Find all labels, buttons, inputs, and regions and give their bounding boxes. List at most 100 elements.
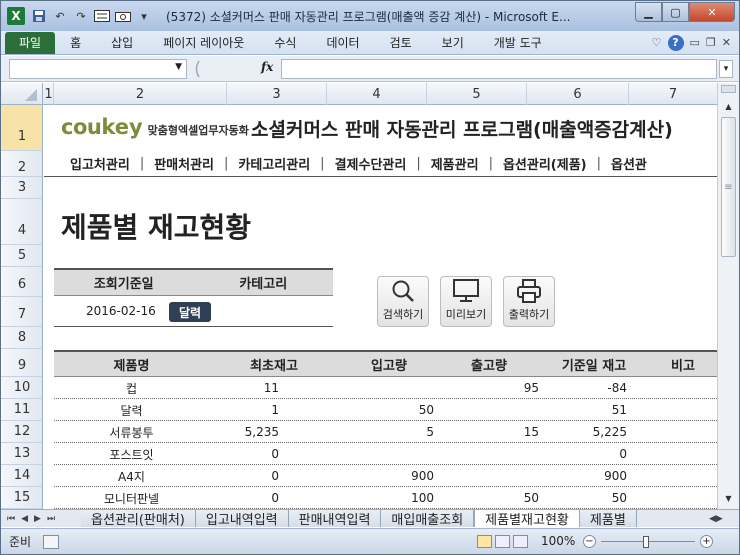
split-handle[interactable]	[721, 85, 736, 93]
preview-button[interactable]: 미리보기	[440, 276, 492, 327]
row-header[interactable]: 13	[1, 443, 42, 465]
tab-insert[interactable]: 삽입	[96, 32, 148, 54]
excel-app-icon[interactable]: X	[7, 7, 25, 25]
row-header[interactable]: 14	[1, 465, 42, 487]
cell-note[interactable]	[649, 465, 717, 487]
cell-stock-on-date[interactable]: 0	[539, 443, 627, 465]
cell-initial-stock[interactable]: 11	[209, 377, 279, 399]
ribbon-restore-icon[interactable]: ❐	[706, 36, 716, 49]
vertical-scrollbar[interactable]: ▲ ≡ ▼	[717, 83, 739, 509]
cell-note[interactable]	[649, 421, 717, 443]
cell-shipped[interactable]	[439, 443, 539, 465]
sheet-tab[interactable]: 판매내역입력	[288, 510, 382, 528]
menu-item-product[interactable]: 제품관리	[431, 154, 479, 173]
tab-formulas[interactable]: 수식	[259, 32, 311, 54]
sheet-tab-active[interactable]: 제품별재고현황	[474, 510, 580, 528]
cell-stock-on-date[interactable]: -84	[539, 377, 627, 399]
maximize-button[interactable]: ▢	[662, 2, 689, 22]
cell-shipped[interactable]	[439, 465, 539, 487]
normal-view-icon[interactable]	[477, 535, 492, 548]
cell-shipped[interactable]	[439, 399, 539, 421]
redo-icon[interactable]: ↷	[73, 8, 89, 24]
cell-stock-on-date[interactable]: 51	[539, 399, 627, 421]
date-value[interactable]: 2016-02-16	[86, 304, 156, 318]
menu-item-option-product[interactable]: 옵션관리(제품)	[503, 154, 587, 173]
column-header[interactable]: 5	[427, 83, 527, 105]
cell-initial-stock[interactable]: 1	[209, 399, 279, 421]
sheet-tab[interactable]: 옵션관리(판매처)	[81, 510, 196, 528]
fx-icon[interactable]: fx	[261, 60, 273, 74]
tab-file[interactable]: 파일	[5, 31, 56, 54]
scroll-up-icon[interactable]: ▲	[721, 99, 736, 114]
tab-home[interactable]: 홈	[55, 32, 96, 54]
cell-note[interactable]	[649, 377, 717, 399]
macro-record-icon[interactable]	[43, 534, 60, 549]
column-header[interactable]: 3	[227, 83, 327, 105]
row-header[interactable]: 15	[1, 487, 42, 509]
scroll-down-icon[interactable]: ▼	[721, 491, 736, 506]
row-header[interactable]: 9	[1, 349, 42, 377]
row-header[interactable]: 6	[1, 267, 42, 297]
print-button[interactable]: 출력하기	[503, 276, 555, 327]
sheet-tab[interactable]: 입고내역입력	[195, 510, 289, 528]
tab-developer[interactable]: 개발 도구	[479, 32, 557, 54]
scroll-thumb[interactable]: ≡	[721, 117, 736, 257]
cell-received[interactable]: 50	[339, 399, 434, 421]
calendar-button[interactable]: 달력	[169, 302, 211, 322]
row-header[interactable]: 11	[1, 399, 42, 421]
tab-page-layout[interactable]: 페이지 레이아웃	[148, 32, 259, 54]
tab-view[interactable]: 보기	[427, 32, 479, 54]
select-all-corner[interactable]	[1, 83, 43, 105]
ribbon-minimize-icon[interactable]: ▭	[690, 36, 700, 49]
help-icon[interactable]: ?	[667, 34, 684, 51]
menu-item-seller[interactable]: 판매처관리	[154, 154, 214, 173]
prev-sheet-icon[interactable]: ◀	[21, 514, 28, 524]
row-header[interactable]: 4	[1, 199, 42, 245]
cell-note[interactable]	[649, 487, 717, 509]
name-box[interactable]: ▼	[9, 59, 187, 79]
cell-product[interactable]: 달력	[54, 399, 209, 421]
cell-stock-on-date[interactable]: 50	[539, 487, 627, 509]
next-sheet-icon[interactable]: ▶	[34, 514, 41, 524]
cell-shipped[interactable]: 15	[439, 421, 539, 443]
last-sheet-icon[interactable]: ⏭	[47, 514, 55, 524]
column-header[interactable]: 6	[527, 83, 629, 105]
cell-stock-on-date[interactable]: 5,225	[539, 421, 627, 443]
row-header[interactable]: 7	[1, 297, 42, 327]
zoom-slider[interactable]: − +	[583, 535, 713, 549]
cell-initial-stock[interactable]: 5,235	[209, 421, 279, 443]
cell-product[interactable]: 서류봉투	[54, 421, 209, 443]
cell-product[interactable]: 포스트잇	[54, 443, 209, 465]
tab-review[interactable]: 검토	[375, 32, 427, 54]
row-header[interactable]: 10	[1, 377, 42, 399]
column-header[interactable]: 7	[629, 83, 717, 105]
zoom-in-icon[interactable]: +	[700, 535, 713, 548]
cell-note[interactable]	[649, 443, 717, 465]
row-header[interactable]: 12	[1, 421, 42, 443]
table-row[interactable]: 모니터판넬 0 100 50 50	[54, 487, 717, 509]
form-icon[interactable]	[94, 8, 110, 24]
save-icon[interactable]	[31, 8, 47, 24]
cell-stock-on-date[interactable]: 900	[539, 465, 627, 487]
minimize-button[interactable]: ▁	[635, 2, 662, 22]
menu-item-payment[interactable]: 결제수단관리	[335, 154, 407, 173]
cell-shipped[interactable]: 50	[439, 487, 539, 509]
cell-initial-stock[interactable]: 0	[209, 465, 279, 487]
table-row[interactable]: 서류봉투 5,235 5 15 5,225	[54, 421, 717, 443]
row-header[interactable]: 1	[1, 105, 42, 151]
sheet-tab[interactable]: 제품별	[579, 510, 637, 528]
cell-received[interactable]	[339, 443, 434, 465]
column-header[interactable]: 4	[327, 83, 427, 105]
row-header[interactable]: 3	[1, 177, 42, 199]
page-layout-view-icon[interactable]	[495, 535, 510, 548]
sheet-tab[interactable]: 매입매출조회	[381, 510, 475, 528]
formula-input[interactable]	[281, 59, 717, 79]
formula-expand-icon[interactable]: ▾	[719, 60, 733, 78]
tab-data[interactable]: 데이터	[311, 32, 374, 54]
cell-product[interactable]: 모니터판넬	[54, 487, 209, 509]
table-row[interactable]: 달력 1 50 51	[54, 399, 717, 421]
ribbon-close-icon[interactable]: ✕	[722, 36, 731, 49]
table-row[interactable]: 포스트잇 0 0	[54, 443, 717, 465]
row-header[interactable]: 5	[1, 245, 42, 267]
cell-received[interactable]: 900	[339, 465, 434, 487]
